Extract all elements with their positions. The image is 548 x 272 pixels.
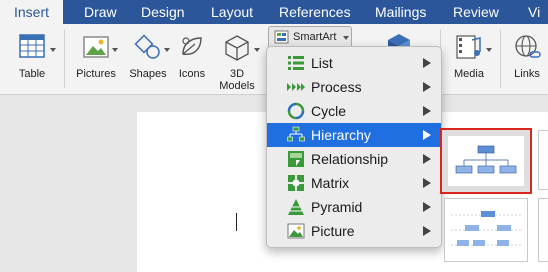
3d-models-button[interactable]: 3D Models bbox=[214, 32, 260, 92]
table-icon bbox=[19, 34, 45, 58]
menu-item-process[interactable]: Process bbox=[267, 75, 441, 99]
layout-thumbnail-org-chart[interactable] bbox=[440, 128, 532, 194]
menu-item-cycle[interactable]: Cycle bbox=[267, 99, 441, 123]
list-icon bbox=[288, 56, 304, 70]
layout-thumbnail[interactable] bbox=[538, 130, 548, 190]
table-button[interactable]: Table bbox=[2, 32, 62, 92]
pictures-button[interactable]: Pictures bbox=[70, 32, 122, 92]
media-icon bbox=[456, 35, 481, 59]
submenu-arrow-icon bbox=[423, 58, 431, 68]
menu-item-label: Pyramid bbox=[311, 199, 363, 215]
submenu-arrow-icon bbox=[423, 130, 431, 140]
layout-thumbnail-labeled-hierarchy[interactable] bbox=[444, 198, 528, 262]
shapes-dropdown-arrow bbox=[164, 48, 170, 52]
smartart-button[interactable]: SmartArt bbox=[268, 26, 352, 48]
tab-design[interactable]: Design bbox=[141, 0, 185, 24]
menu-item-label: List bbox=[311, 55, 333, 71]
picture-icon bbox=[287, 223, 305, 239]
icons-gallery-icon bbox=[182, 37, 202, 55]
menu-item-list[interactable]: List bbox=[267, 51, 441, 75]
cycle-icon bbox=[287, 102, 305, 120]
menu-item-label: Picture bbox=[311, 223, 355, 239]
menu-item-label: Process bbox=[311, 79, 362, 95]
submenu-arrow-icon bbox=[423, 202, 431, 212]
menu-item-label: Matrix bbox=[311, 175, 350, 191]
pyramid-icon bbox=[288, 199, 304, 215]
cube-icon bbox=[225, 35, 249, 61]
org-chart-thumbnail-icon bbox=[448, 136, 524, 186]
shapes-label: Shapes bbox=[129, 68, 167, 80]
submenu-arrow-icon bbox=[423, 82, 431, 92]
tab-mailings[interactable]: Mailings bbox=[375, 0, 426, 24]
layout-thumbnail[interactable] bbox=[538, 198, 548, 262]
3d-models-label-line2: Models bbox=[219, 80, 255, 92]
text-cursor bbox=[236, 213, 237, 231]
tab-insert[interactable]: Insert bbox=[0, 0, 64, 24]
media-dropdown-arrow bbox=[486, 48, 492, 52]
media-button[interactable]: Media bbox=[446, 32, 492, 92]
links-label: Links bbox=[514, 68, 540, 80]
tab-view[interactable]: Vi bbox=[528, 0, 540, 24]
submenu-arrow-icon bbox=[423, 106, 431, 116]
tab-draw[interactable]: Draw bbox=[84, 0, 117, 24]
relationship-icon bbox=[288, 151, 304, 167]
smartart-dropdown-arrow bbox=[343, 36, 349, 40]
tab-layout[interactable]: Layout bbox=[211, 0, 253, 24]
hierarchy-icon bbox=[287, 126, 305, 142]
process-icon bbox=[287, 83, 305, 91]
table-dropdown-arrow bbox=[50, 48, 56, 52]
shapes-icon bbox=[134, 34, 160, 59]
ribbon-separator bbox=[500, 30, 501, 88]
3d-models-label-line1: 3D bbox=[229, 68, 245, 80]
smartart-category-menu: List Process Cycle Hierarchy Relationshi… bbox=[266, 46, 442, 248]
media-label: Media bbox=[454, 68, 484, 80]
ribbon-separator bbox=[64, 30, 65, 88]
submenu-arrow-icon bbox=[423, 178, 431, 188]
labeled-hierarchy-thumbnail-icon bbox=[451, 211, 521, 246]
menu-item-relationship[interactable]: Relationship bbox=[267, 147, 441, 171]
tab-review[interactable]: Review bbox=[453, 0, 499, 24]
shapes-button[interactable]: Shapes bbox=[124, 32, 172, 92]
icons-label: Icons bbox=[178, 68, 206, 80]
menu-item-picture[interactable]: Picture bbox=[267, 219, 441, 243]
3d-models-dropdown-arrow bbox=[254, 48, 260, 52]
menu-item-hierarchy[interactable]: Hierarchy bbox=[267, 123, 441, 147]
icons-button[interactable]: Icons bbox=[172, 32, 212, 92]
pictures-label: Pictures bbox=[76, 68, 116, 80]
smartart-icon bbox=[274, 30, 289, 44]
menu-item-pyramid[interactable]: Pyramid bbox=[267, 195, 441, 219]
ribbon-tab-bar: Insert Draw Design Layout References Mai… bbox=[0, 0, 548, 24]
menu-item-label: Hierarchy bbox=[311, 127, 371, 143]
submenu-arrow-icon bbox=[423, 226, 431, 236]
links-button[interactable]: Links bbox=[506, 32, 548, 92]
matrix-icon bbox=[288, 175, 304, 191]
pictures-icon bbox=[83, 36, 109, 58]
smartart-label: SmartArt bbox=[293, 31, 337, 43]
menu-item-label: Cycle bbox=[311, 103, 347, 119]
submenu-arrow-icon bbox=[423, 154, 431, 164]
globe-link-icon bbox=[515, 35, 541, 58]
tab-references[interactable]: References bbox=[279, 0, 351, 24]
menu-item-label: Relationship bbox=[311, 151, 389, 167]
menu-item-matrix[interactable]: Matrix bbox=[267, 171, 441, 195]
table-label: Table bbox=[18, 68, 46, 80]
hierarchy-layout-gallery bbox=[440, 118, 548, 264]
pictures-dropdown-arrow bbox=[112, 48, 118, 52]
